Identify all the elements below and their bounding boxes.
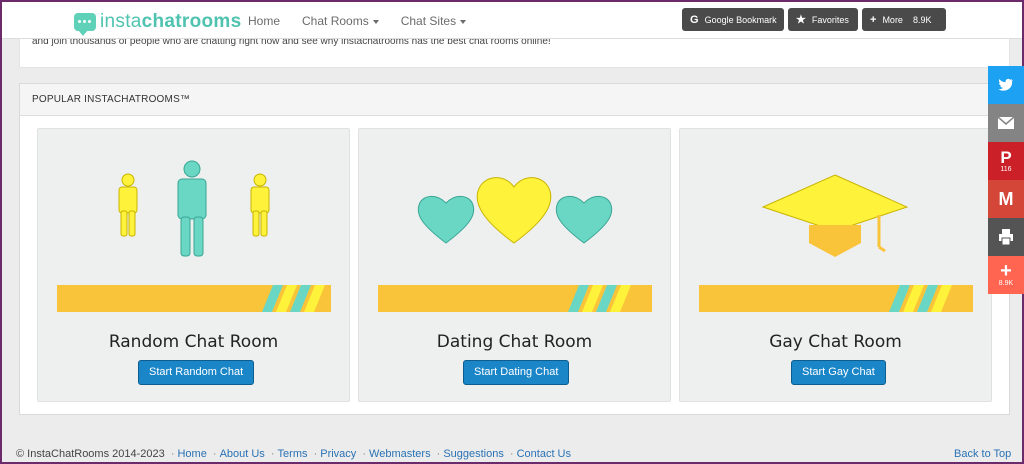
logo-text-chatrooms: chatrooms (141, 11, 242, 32)
footer-link-contact[interactable]: Contact Us (517, 448, 571, 460)
card-title: Dating Chat Room (436, 332, 593, 352)
card-title: Random Chat Room (108, 332, 279, 352)
popular-rooms-panel: POPULAR INSTACHATROOMS™ Random Chat Room… (19, 83, 1010, 415)
start-dating-chat-button[interactable]: Start Dating Chat (463, 360, 570, 385)
nav-chat-sites-label: Chat Sites (400, 14, 457, 28)
social-share-sidebar: P 116 M + 8.9K (988, 66, 1024, 294)
more-button[interactable]: + More 8.9K (862, 8, 946, 31)
footer-link-privacy[interactable]: Privacy (320, 448, 356, 460)
star-icon: ★ (796, 14, 806, 26)
dating-chat-card: Dating Chat Room Start Dating Chat (358, 128, 671, 402)
back-to-top-link[interactable]: Back to Top (954, 448, 1011, 460)
pinterest-count: 116 (1000, 165, 1012, 173)
gmail-share-button[interactable]: M (988, 180, 1024, 218)
random-chat-illustration (57, 135, 331, 312)
share-count: 8.9K (998, 280, 1014, 287)
gay-chat-card: Gay Chat Room Start Gay Chat (679, 128, 992, 402)
nav-chat-sites-dropdown[interactable]: Chat Sites (400, 14, 467, 28)
nav-home[interactable]: Home (248, 14, 280, 28)
chat-bubble-icon (74, 13, 96, 36)
main-nav: Home Chat Rooms Chat Sites (248, 14, 488, 28)
nav-chat-rooms-dropdown[interactable]: Chat Rooms (302, 14, 379, 28)
share-toolbar: G Google Bookmark ★ Favorites + More 8.9… (682, 8, 950, 31)
more-label: More (882, 14, 903, 25)
email-share-button[interactable] (988, 104, 1024, 142)
google-bookmark-button[interactable]: G Google Bookmark (682, 8, 784, 31)
pinterest-icon: P (1000, 147, 1012, 167)
start-random-chat-button[interactable]: Start Random Chat (138, 360, 255, 385)
plus-icon: + (1000, 260, 1012, 282)
logo-text-insta: insta (100, 11, 142, 32)
gay-chat-illustration (699, 135, 973, 312)
more-count: 8.9K (912, 14, 932, 25)
nav-chat-rooms-label: Chat Rooms (302, 14, 369, 28)
panel-heading: POPULAR INSTACHATROOMS™ (20, 84, 1009, 116)
print-share-button[interactable] (988, 218, 1024, 256)
footer: © InstaChatRooms 2014-2023 · Home · About … (16, 448, 572, 460)
intro-text: and join thousands of people who are cha… (32, 39, 551, 47)
more-share-button[interactable]: + 8.9K (988, 256, 1024, 294)
chevron-down-icon (460, 19, 467, 24)
favorites-label: Favorites (811, 14, 849, 25)
footer-link-webmasters[interactable]: Webmasters (369, 448, 431, 460)
twitter-share-button[interactable] (988, 66, 1024, 104)
pinterest-share-button[interactable]: P 116 (988, 142, 1024, 180)
footer-link-home[interactable]: Home (177, 448, 206, 460)
chevron-down-icon (372, 19, 379, 24)
footer-link-terms[interactable]: Terms (278, 448, 308, 460)
gmail-icon: M (998, 188, 1014, 209)
top-navbar: instachatrooms Home Chat Rooms Chat Site… (2, 2, 1022, 39)
favorites-button[interactable]: ★ Favorites (788, 8, 858, 31)
random-chat-card: Random Chat Room Start Random Chat (37, 128, 350, 402)
copyright-text: © InstaChatRooms 2014-2023 (16, 448, 165, 460)
dating-chat-illustration (378, 135, 652, 312)
envelope-icon (998, 117, 1014, 129)
intro-panel: and join thousands of people who are cha… (19, 39, 1010, 68)
google-bookmark-label: Google Bookmark (704, 14, 777, 25)
twitter-icon (998, 78, 1013, 91)
footer-link-suggestions[interactable]: Suggestions (443, 448, 504, 460)
site-logo[interactable]: instachatrooms (74, 11, 242, 36)
footer-link-about[interactable]: About Us (220, 448, 265, 460)
printer-icon (999, 229, 1013, 245)
start-gay-chat-button[interactable]: Start Gay Chat (791, 360, 886, 385)
google-icon: G (690, 13, 699, 26)
card-title: Gay Chat Room (769, 332, 902, 352)
plus-icon: + (870, 13, 877, 26)
